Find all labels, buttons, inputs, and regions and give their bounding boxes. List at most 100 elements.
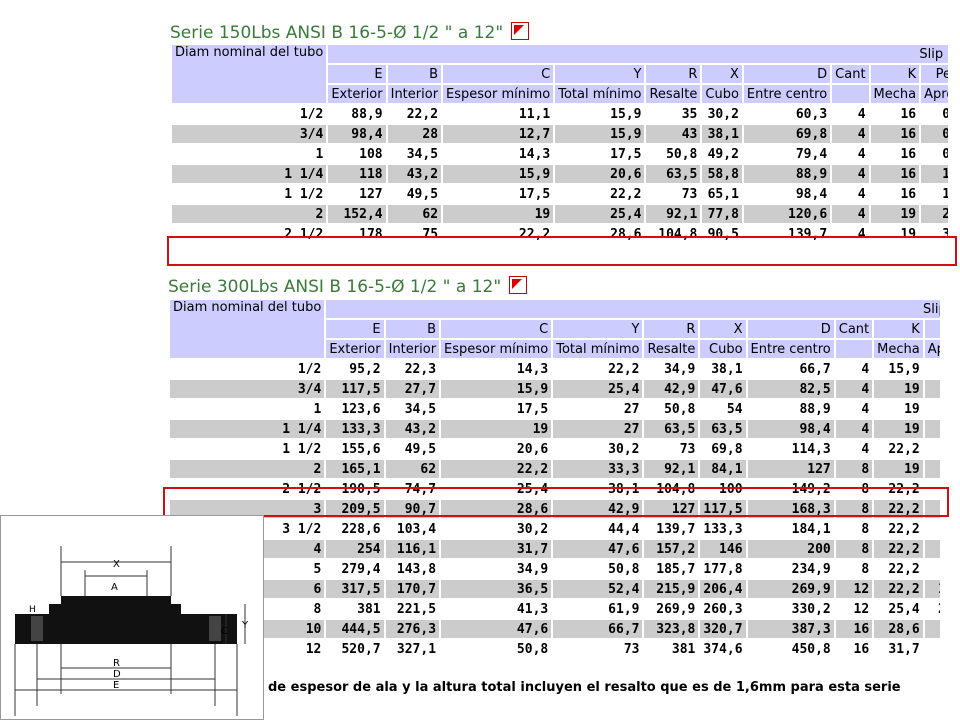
table2-title: Serie 300Lbs ANSI B 16-5-Ø 1/2 " a 12"	[168, 276, 528, 297]
table-cell: 22,2	[874, 540, 923, 558]
pdf-icon[interactable]	[509, 276, 528, 294]
table-cell: 22,2	[888, 561, 920, 577]
table-cell: 157,2	[644, 540, 699, 558]
table-cell: 120,6	[743, 205, 831, 223]
table-cell: 16	[835, 620, 873, 638]
bolt-hole-left	[31, 616, 43, 641]
table-cell: 228,6	[341, 521, 381, 537]
diagram-label-x: X	[113, 559, 120, 570]
column-letter: D	[747, 320, 834, 338]
column-letter: X	[702, 65, 742, 83]
table-cell: 4	[832, 125, 869, 143]
table-cell: 16	[900, 186, 917, 202]
column-label: Resalte	[644, 340, 699, 358]
table-cell: 98,4	[795, 186, 828, 202]
table-cell: 381	[357, 601, 381, 617]
table-cell: 4	[832, 165, 869, 183]
table-cell: 22,2	[608, 361, 640, 377]
table-cell: 0,9	[942, 146, 948, 162]
table-cell: 61,9	[608, 601, 640, 617]
table-cell: 38,1	[711, 361, 743, 377]
diagram-label-d: D	[113, 669, 121, 680]
pdf-icon[interactable]	[511, 22, 530, 40]
table-row: 8381221,541,361,9269,9260,3330,21225,424…	[170, 600, 940, 618]
table-cell: 82,5	[747, 380, 834, 398]
column-label: Interior	[387, 85, 442, 103]
table-cell: 34,9	[516, 561, 549, 577]
table-row: 2152,4621925,492,177,8120,64192,3	[172, 205, 948, 223]
column-label: Resalte	[646, 85, 701, 103]
table-cell: 27	[623, 401, 640, 417]
table-cell: 34,5	[406, 146, 439, 162]
table-cell: 1,9	[924, 420, 940, 438]
table-row: 1/2 95,2 22,3 14,3 22,2 34,9 38,1 66,7 4 15,9 0,7	[170, 360, 940, 378]
table-cell: 28,6	[874, 620, 923, 638]
table-cell: 269,9	[656, 601, 696, 617]
table-cell: 42,9	[644, 380, 699, 398]
row-diameter: 3/4	[172, 125, 327, 143]
column-label: Interior	[385, 340, 440, 358]
table-cell: 22,2	[874, 580, 923, 598]
table-cell: 50,8	[608, 561, 640, 577]
table-cell: 73	[679, 441, 696, 457]
table1-title: Serie 150Lbs ANSI B 16-5-Ø 1/2 " a 12"	[170, 22, 530, 43]
column-letter: E	[326, 320, 384, 338]
table-cell: 19	[874, 380, 923, 398]
flange-body	[15, 596, 237, 644]
table-cell: 4	[861, 401, 870, 417]
slip-on-header: Slip On	[328, 45, 948, 63]
table-row: 3/498,42812,715,94338,169,84160,7	[172, 125, 948, 143]
table-cell: 13	[925, 560, 940, 578]
table-row: 1 123,6 34,5 17,5 27 50,8 54 88,9 4 19 1,5	[170, 400, 940, 418]
column-letter: Cant	[835, 320, 873, 338]
table-cell: 27,7	[385, 380, 440, 398]
table-cell: 25,4	[555, 205, 645, 223]
column-letter: X	[700, 320, 746, 338]
table-row: 1 1/2 155,6 49,5 20,6 30,2 73 69,8 114,3 4 22,2 2,…	[170, 440, 940, 458]
column-letter: D	[743, 65, 831, 83]
table-cell: 60,3	[795, 106, 828, 122]
table-cell: 19	[443, 205, 554, 223]
table-cell: 12,7	[443, 125, 554, 143]
table-cell: 12	[835, 580, 873, 598]
table-cell: 276,3	[385, 620, 440, 638]
table-cell: 118	[328, 165, 386, 183]
table-cell: 43,2	[387, 165, 442, 183]
table-cell: 47,6	[553, 540, 643, 558]
column-letter: Peso	[924, 320, 940, 338]
column-letter: Cant	[832, 65, 869, 83]
table-cell: 19	[441, 420, 552, 438]
table-cell: 177,8	[703, 561, 743, 577]
table-row: 5279,4143,834,950,8185,7177,8234,9822,21…	[170, 560, 940, 578]
flange-diagram: X A H C Y R D E	[0, 515, 264, 720]
table-cell: 4	[861, 441, 870, 457]
table-cell: 8	[861, 521, 870, 537]
diam-nominal-header: Diam nominal del tubo	[172, 45, 327, 103]
table-cell: 1,2	[921, 165, 948, 183]
table-cell: 1,4	[942, 186, 948, 202]
table-cell: 12	[853, 601, 870, 617]
table-row: 1 108 34,5 14,3 17,5 50,8 49,2 79,4 4 16 0,9	[172, 145, 948, 163]
column-label: Aprox.	[921, 85, 948, 103]
column-letter: K	[874, 320, 923, 338]
table-cell: 3	[924, 460, 940, 478]
table-cell: 92,1	[644, 460, 699, 478]
table-row: 10 444,5 276,3 47,6 66,7 323,8 320,7 387,3 16 28,…	[170, 620, 940, 638]
table-cell: 98,4	[747, 420, 834, 438]
table-cell: 127	[747, 460, 834, 478]
table-cell: 152,4	[328, 205, 386, 223]
header-row: Diam nominal del tuboSlip On	[170, 300, 940, 358]
table-cell: 47,6	[441, 620, 552, 638]
table-cell: 49,5	[406, 186, 439, 202]
column-label: Cubo	[700, 340, 746, 358]
column-label	[835, 340, 873, 358]
row-diameter: 1/2	[299, 106, 324, 122]
table-cell: 98,4	[328, 125, 386, 143]
bolt-hole-right	[209, 616, 221, 641]
table-cell: 8	[835, 460, 873, 478]
table-cell: 16	[853, 641, 870, 657]
flange-drawing: X A H C Y R D E	[14, 546, 249, 716]
table-cell: 16	[870, 125, 920, 143]
table-row: 4254116,131,747,6157,2146200822,29,8	[170, 540, 940, 558]
table-cell: 234,9	[791, 561, 831, 577]
